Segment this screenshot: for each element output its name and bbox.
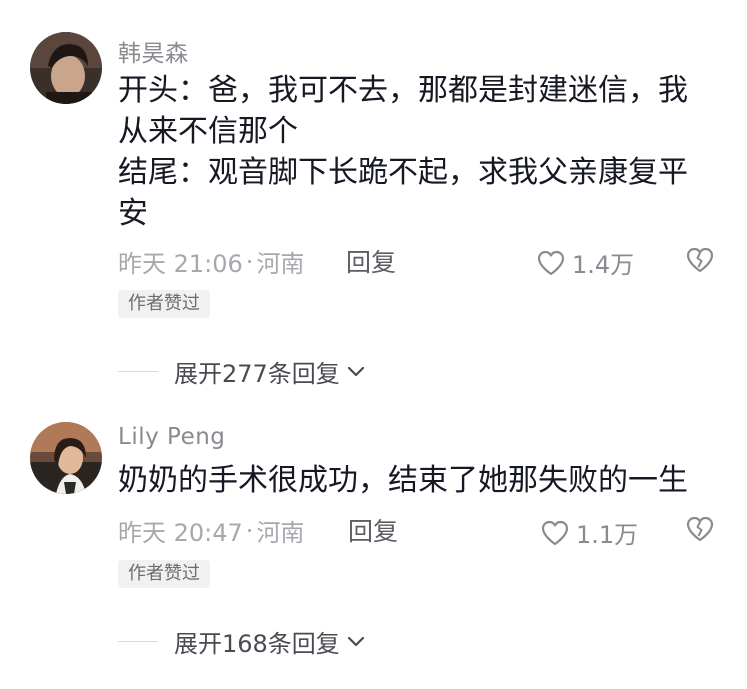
comment-meta: 昨天 21:06 · 河南 [118,244,304,279]
like-count: 1.1万 [576,521,639,549]
avatar[interactable] [30,32,102,104]
comment-text-line: 安 [118,196,148,231]
author-liked-badge: 作者赞过 [118,560,210,588]
expand-replies-label: 展开277条回复 [174,360,340,388]
comment-text-line: 开头：爸，我可不去，那都是封建迷信，我 [118,73,688,108]
avatar[interactable] [30,422,102,494]
comment-text: 开头：爸，我可不去，那都是封建迷信，我 从来不信那个 结尾：观音脚下长跪不起，求… [118,70,708,234]
comment-text-line: 奶奶的手术很成功，结束了她那失败的一生 [118,463,688,498]
comment-text-line: 从来不信那个 [118,114,298,149]
heart-outline-icon [541,520,569,545]
avatar-image [30,32,102,104]
like-button[interactable]: 1.1万 [540,515,638,550]
dislike-button[interactable] [685,515,715,547]
divider-line [118,371,158,372]
expand-replies-button[interactable]: 展开277条回复 [118,354,366,389]
reply-button[interactable]: 回复 [346,243,396,279]
expand-replies-button[interactable]: 展开168条回复 [118,624,366,659]
comment-time: 昨天 20:47 [118,519,243,547]
expand-replies-label: 展开168条回复 [174,630,340,658]
divider-line [118,641,158,642]
like-count: 1.4万 [572,251,635,279]
dislike-button[interactable] [685,246,715,278]
comment-location: 河南 [256,250,305,278]
comment-location: 河南 [256,519,305,547]
reply-button[interactable]: 回复 [348,512,398,548]
meta-separator: · [245,516,254,545]
comment-meta: 昨天 20:47 · 河南 [118,513,304,548]
like-button[interactable]: 1.4万 [536,245,634,280]
username[interactable]: Lily Peng [118,424,225,450]
comment-time: 昨天 21:06 [118,250,243,278]
heart-outline-icon [537,250,565,275]
broken-heart-icon [686,516,714,542]
author-liked-badge: 作者赞过 [118,290,210,318]
broken-heart-icon [686,247,714,273]
comment-text-line: 结尾：观音脚下长跪不起，求我父亲康复平 [118,155,688,190]
chevron-down-icon [347,636,364,646]
comment-text: 奶奶的手术很成功，结束了她那失败的一生 [118,460,708,501]
meta-separator: · [245,247,254,276]
avatar-image [30,422,102,494]
username[interactable]: 韩昊森 [118,34,189,68]
chevron-down-icon [347,366,364,376]
